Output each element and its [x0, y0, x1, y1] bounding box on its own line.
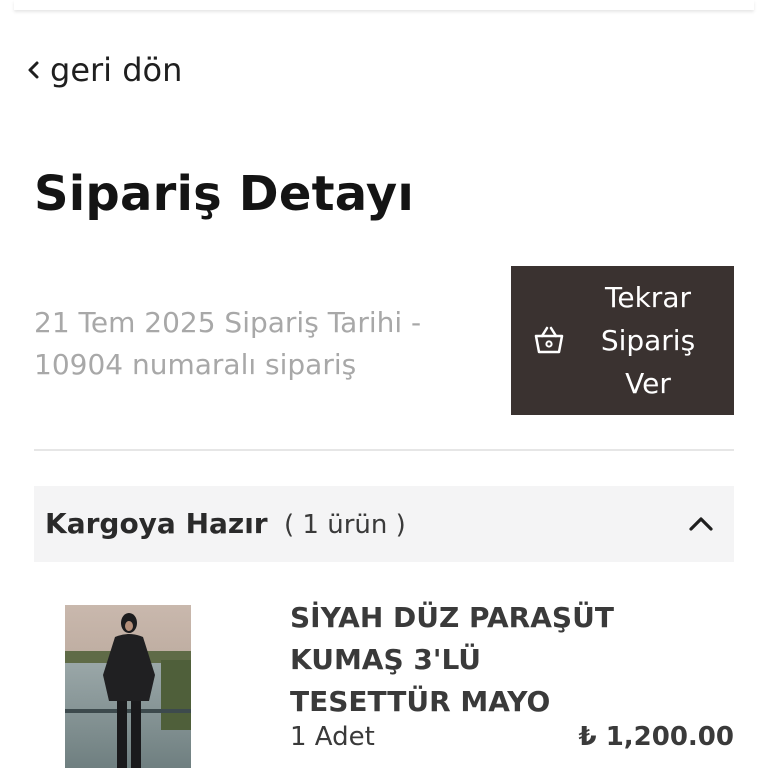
page-title: Sipariş Detayı	[34, 166, 414, 222]
order-number-line: 10904 numaralı sipariş	[34, 348, 357, 381]
header-shadow	[14, 0, 754, 10]
product-photo	[65, 605, 191, 768]
order-date-line: 21 Tem 2025 Sipariş Tarihi -	[34, 306, 422, 339]
product-image[interactable]	[65, 605, 191, 768]
divider	[34, 449, 734, 451]
shipment-status: Kargoya Hazır	[45, 507, 268, 540]
back-link-label: geri dön	[50, 51, 183, 89]
product-quantity: 1 Adet	[290, 722, 375, 752]
basket-icon	[534, 326, 564, 354]
product-price: ₺ 1,200.00	[578, 722, 734, 752]
chevron-up-icon[interactable]	[688, 514, 714, 532]
chevron-left-icon	[28, 61, 39, 79]
reorder-button[interactable]: Tekrar Sipariş Ver	[511, 266, 734, 415]
shipment-accordion-header[interactable]: Kargoya Hazır ( 1 ürün )	[34, 486, 734, 562]
order-meta: 21 Tem 2025 Sipariş Tarihi - 10904 numar…	[34, 302, 474, 386]
product-name[interactable]: SİYAH DÜZ PARAŞÜT KUMAŞ 3'LÜ TESETTÜR MA…	[290, 597, 650, 723]
shipment-item-count: ( 1 ürün )	[284, 510, 406, 540]
reorder-button-label: Tekrar Sipariş Ver	[600, 281, 696, 400]
back-link[interactable]: geri dön	[26, 46, 182, 94]
